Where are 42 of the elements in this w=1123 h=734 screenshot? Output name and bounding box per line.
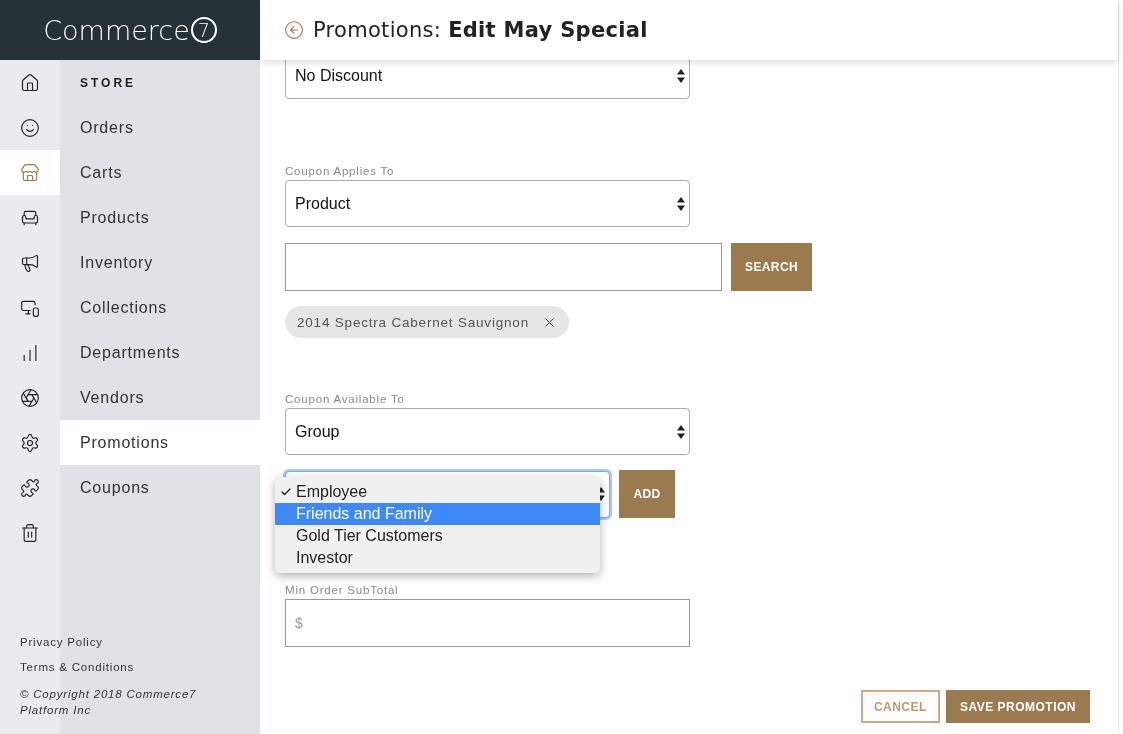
select-arrows-icon [677, 423, 685, 440]
nav-item[interactable]: Promotions [60, 420, 260, 465]
nav-item[interactable]: Vendors [60, 375, 260, 420]
applies-to-select[interactable]: Product [285, 180, 690, 227]
nav-item[interactable]: Collections [60, 285, 260, 330]
nav-item[interactable]: Inventory [60, 240, 260, 285]
megaphone-icon [20, 252, 40, 273]
select-arrows-icon [677, 67, 685, 84]
copyright-text: © Copyright 2018 Commerce7 Platform Inc [20, 687, 198, 718]
field-label: Min Order SubTotal [285, 584, 400, 596]
nav-item[interactable]: Orders [60, 105, 260, 150]
aperture-icon [20, 387, 40, 408]
available-to-select[interactable]: Group [285, 408, 690, 455]
check-icon [280, 486, 292, 498]
page-title: Promotions: Edit May Special [313, 18, 648, 42]
search-button[interactable]: SEARCH [731, 243, 813, 291]
smiley-icon [20, 117, 40, 138]
min-order-field[interactable]: $ [285, 599, 690, 647]
add-button[interactable]: ADD [619, 470, 675, 518]
field-label: Coupon Available To [285, 393, 406, 405]
dropdown-option[interactable]: Employee [275, 481, 600, 503]
trash-icon [20, 522, 40, 543]
product-search-field[interactable] [285, 243, 722, 291]
home-icon [20, 72, 40, 93]
nav-item[interactable]: Carts [60, 150, 260, 195]
back-icon[interactable] [284, 20, 304, 40]
field-label: Coupon Applies To [285, 165, 396, 177]
select-arrows-icon [677, 195, 685, 212]
settings-icon [20, 432, 40, 453]
nav-item[interactable]: Departments [60, 330, 260, 375]
nav-item[interactable]: Coupons [60, 465, 260, 510]
footer-link[interactable]: Privacy Policy [20, 636, 240, 648]
footer-link[interactable]: Terms & Conditions [20, 661, 240, 673]
dropdown-option[interactable]: Investor [275, 547, 600, 569]
nav-item[interactable]: Products [60, 195, 260, 240]
dropdown-option[interactable]: Gold Tier Customers [275, 525, 600, 547]
save-button[interactable]: SAVE PROMOTION [945, 690, 1090, 723]
discount-select[interactable]: No Discount [285, 60, 690, 99]
nav-heading: STORE [79, 74, 138, 92]
chip-label: 2014 Spectra Cabernet Sauvignon [297, 314, 529, 330]
storefront-icon [20, 162, 40, 183]
puzzle-icon [20, 477, 40, 498]
